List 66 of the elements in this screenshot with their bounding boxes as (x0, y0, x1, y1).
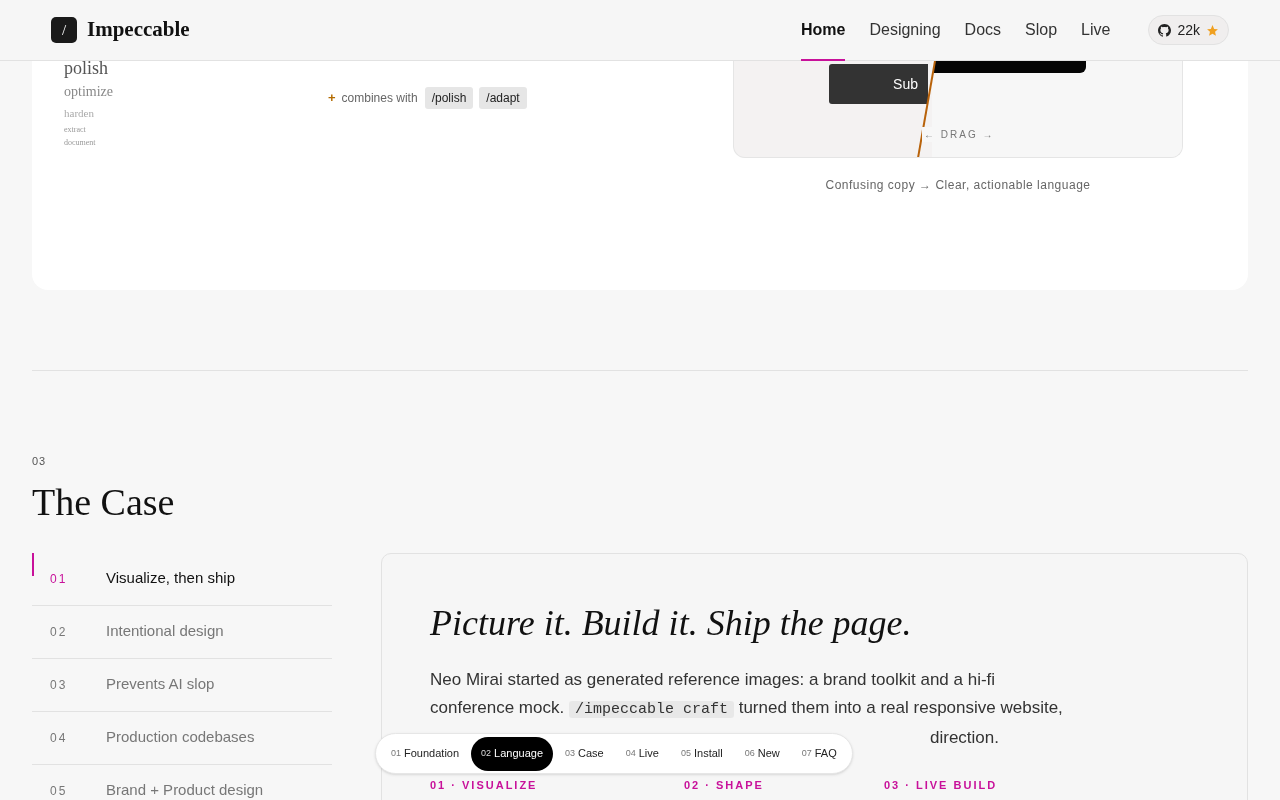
section-nav-item[interactable]: 04 Live (615, 736, 669, 771)
nav-item-number: 02 (481, 746, 492, 760)
case-title: Picture it. Build it. Ship the page. (430, 601, 913, 645)
step-label: 02 · SHAPE (684, 777, 765, 793)
case-label: Production codebases (106, 727, 255, 748)
comparison-caption: Confusing copy → Clear, actionable language (825, 177, 1091, 194)
command-tag[interactable]: /polish (424, 87, 474, 109)
case-label: Prevents AI slop (106, 674, 215, 695)
case-label: Visualize, then ship (106, 568, 235, 589)
step-label: 01 · VISUALIZE (430, 777, 539, 793)
case-tab[interactable]: 03 Prevents AI slop (32, 658, 332, 712)
github-icon (1158, 23, 1172, 37)
star-icon (1206, 23, 1219, 37)
nav-item-number: 04 (625, 746, 636, 760)
case-label: Brand + Product design (106, 780, 264, 800)
command-word: document (64, 137, 97, 149)
nav-item-label: Foundation (404, 746, 460, 762)
command-word: polish (64, 57, 109, 80)
combines-label: combines with (341, 90, 418, 107)
section-nav-item[interactable]: 01 Foundation (381, 736, 470, 771)
case-number: 01 (49, 570, 69, 588)
case-tab[interactable]: 02 Intentional design (32, 605, 332, 659)
command-word: harden (64, 106, 95, 121)
case-number: 04 (49, 729, 69, 747)
case-tab[interactable]: 01 Visualize, then ship (32, 552, 332, 606)
section-nav-item[interactable]: 06 New (734, 736, 790, 771)
nav-item-number: 03 (565, 746, 576, 760)
section-title: The Case (32, 479, 176, 524)
section-nav-item[interactable]: 07 FAQ (791, 736, 847, 771)
plus-icon: + (328, 88, 336, 108)
case-number: 02 (49, 623, 69, 641)
case-number: 03 (49, 676, 69, 694)
comparison-slider[interactable]: Sub ← DRAG → (733, 61, 1183, 158)
case-tab[interactable]: 04 Production codebases (32, 711, 332, 765)
section-nav-item[interactable]: 05 Install (670, 736, 733, 771)
brand-name[interactable]: Impeccable (87, 14, 190, 46)
github-stars-button[interactable]: 22k (1148, 15, 1229, 45)
nav-item-label: FAQ (814, 746, 837, 762)
command-tag[interactable]: /adapt (479, 87, 527, 109)
section-nav-item[interactable]: 02 Language (471, 736, 554, 771)
nav-item-number: 07 (801, 746, 812, 760)
nav-link[interactable]: Slop (1025, 0, 1058, 61)
nav-link[interactable]: Live (1081, 0, 1111, 61)
step-label: 03 · LIVE BUILD (884, 777, 998, 793)
nav-item-number: 01 (391, 746, 401, 760)
nav-item-label: Live (638, 746, 659, 762)
case-paragraph-tail: direction. (930, 726, 999, 749)
section-nav-item[interactable]: 03 Case (555, 736, 614, 771)
submit-button[interactable]: Sub (829, 64, 928, 104)
command-word: extract (64, 124, 87, 136)
case-tab[interactable]: 05 Brand + Product design (32, 764, 332, 800)
nav-link[interactable]: Docs (964, 0, 1002, 61)
nav-item-number: 06 (744, 746, 755, 760)
star-count: 22k (1177, 20, 1200, 40)
nav-item-label: Case (578, 746, 604, 762)
nav-item-label: Language (494, 746, 544, 762)
case-label: Intentional design (106, 621, 224, 642)
nav-item-label: New (757, 746, 780, 762)
nav-link[interactable]: Designing (869, 0, 941, 61)
logo-mark[interactable]: / (51, 17, 77, 43)
nav-item-number: 05 (680, 746, 691, 760)
divider-handle[interactable] (916, 61, 936, 157)
command-word: optimize (64, 83, 114, 101)
section-number: 03 (32, 454, 48, 469)
nav-item-label: Install (693, 746, 723, 762)
case-number: 05 (49, 782, 69, 800)
